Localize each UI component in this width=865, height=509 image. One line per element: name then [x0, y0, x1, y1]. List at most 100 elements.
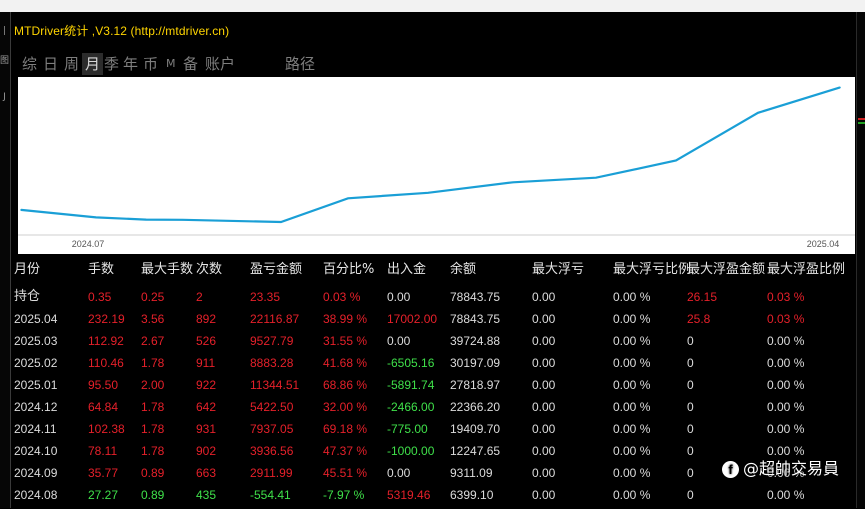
cell-max-float-profit: 0 — [687, 444, 694, 458]
tab-week[interactable]: 周 — [64, 53, 79, 75]
header-month[interactable]: 月份 — [14, 262, 40, 278]
cell-max-float-profit-pct: 0.00 % — [767, 400, 805, 414]
header-max-lots[interactable]: 最大手数 — [141, 262, 193, 278]
cell-month: 2024.11 — [14, 422, 57, 436]
cell-lots: 110.46 — [88, 356, 124, 370]
tab-day[interactable]: 日 — [43, 53, 58, 75]
cell-balance: 39724.88 — [450, 334, 501, 348]
tab-year[interactable]: 年 — [123, 53, 138, 75]
tab-month[interactable]: 月 — [81, 53, 104, 75]
toolbar-mark: | — [2, 26, 7, 36]
cell-max-float-profit-pct: 0.00 % — [767, 422, 805, 436]
header-pnl[interactable]: 盈亏金额 — [250, 262, 302, 278]
cell-max-float-loss: 0.00 — [532, 422, 556, 436]
cell-max-float-loss: 0.00 — [532, 400, 556, 414]
cell-trades: 902 — [196, 444, 217, 458]
cell-max-float-loss: 0.00 — [532, 312, 556, 326]
table-row[interactable]: 2024.12 64.84 1.78 642 5422.50 32.00 % -2466.0… — [0, 399, 856, 421]
tab-m[interactable]: M — [166, 53, 176, 75]
cell-max-float-profit-pct: 0.03 % — [767, 290, 805, 304]
cell-max-float-profit: 0 — [687, 400, 694, 414]
cell-pnl: 7937.05 — [250, 422, 294, 436]
cell-max-float-loss-pct: 0.00 % — [613, 444, 651, 458]
header-deposit-withdraw[interactable]: 出入金 — [387, 262, 426, 278]
cell-max-lots: 0.89 — [141, 488, 165, 502]
toolbar-mark[interactable]: 图 — [0, 56, 9, 66]
cell-pnl: 2911.99 — [250, 466, 293, 480]
cell-max-lots: 1.78 — [141, 400, 165, 414]
cell-trades: 435 — [196, 488, 217, 502]
tab-currency[interactable]: 币 — [143, 53, 158, 75]
table-row[interactable]: 持仓 0.35 0.25 2 23.35 0.03 % 0.00 78843.75 0.00 0.… — [0, 289, 856, 311]
cell-lots: 232.19 — [88, 312, 125, 326]
header-max-float-loss[interactable]: 最大浮亏 — [532, 262, 584, 278]
cell-max-float-loss: 0.00 — [532, 466, 556, 480]
header-max-float-loss-pct[interactable]: 最大浮亏比例 — [613, 262, 691, 278]
cell-percent: 41.68 % — [323, 356, 368, 370]
equity-chart: 2024.07 2025.04 — [18, 77, 855, 254]
equity-point — [675, 159, 677, 162]
equity-point — [757, 112, 759, 114]
cell-max-float-profit-pct: 0.03 % — [767, 312, 805, 326]
header-trades[interactable]: 次数 — [196, 262, 222, 278]
cell-balance: 19409.70 — [450, 422, 501, 436]
cell-pnl: 3936.56 — [250, 444, 294, 458]
cell-pnl: 5422.50 — [250, 400, 294, 414]
tab-overview[interactable]: 综 — [22, 53, 37, 75]
cell-max-float-profit: 26.15 — [687, 290, 718, 304]
cell-lots: 102.38 — [88, 422, 125, 436]
header-max-float-profit[interactable]: 最大浮盈金额 — [687, 262, 765, 278]
cell-max-float-loss-pct: 0.00 % — [613, 488, 651, 502]
cell-max-float-loss: 0.00 — [532, 444, 556, 458]
cell-max-float-profit-pct: 0.00 % — [767, 378, 805, 392]
x-tick-label: 2024.07 — [72, 239, 105, 249]
table-row[interactable]: 2025.01 95.50 2.00 922 11344.51 68.86 % -5891.… — [0, 377, 856, 399]
cell-trades: 892 — [196, 312, 217, 326]
equity-point — [95, 216, 97, 219]
header-max-float-profit-pct[interactable]: 最大浮盈比例 — [767, 262, 845, 278]
tab-notes[interactable]: 备 — [183, 53, 198, 75]
cell-percent: 68.86 % — [323, 378, 368, 392]
table-row[interactable]: 2025.02 110.46 1.78 911 8883.28 41.68 % -6505.… — [0, 355, 856, 377]
cell-pnl: 11344.51 — [250, 378, 300, 392]
header-lots[interactable]: 手数 — [88, 262, 114, 278]
tab-path[interactable]: 路径 — [285, 53, 315, 75]
cell-max-float-profit-pct: 0.00 % — [767, 334, 805, 348]
table-row[interactable]: 2024.08 27.27 0.89 435 -554.41 -7.97 % 5319.46… — [0, 487, 856, 509]
equity-point — [280, 221, 282, 223]
cell-percent: 69.18 % — [323, 422, 368, 436]
tab-quarter[interactable]: 季 — [104, 53, 119, 75]
cell-max-float-loss-pct: 0.00 % — [613, 400, 651, 414]
header-percent[interactable]: 百分比% — [323, 262, 374, 278]
cell-pnl: 8883.28 — [250, 356, 294, 370]
table-row[interactable]: 2025.04 232.19 3.56 892 22116.87 38.99 % 17002… — [0, 311, 856, 333]
price-marker-red — [858, 118, 865, 120]
cell-max-float-loss-pct: 0.00 % — [613, 356, 651, 370]
header-balance[interactable]: 余额 — [450, 262, 476, 278]
cell-deposit-withdraw: 5319.46 — [387, 488, 431, 502]
tab-account[interactable]: 账户 — [205, 53, 235, 75]
cell-balance: 27818.97 — [450, 378, 501, 392]
cell-trades: 931 — [196, 422, 217, 436]
equity-point — [20, 209, 22, 211]
cell-max-float-loss-pct: 0.00 % — [613, 290, 651, 304]
equity-point — [182, 219, 184, 221]
cell-month: 2024.10 — [14, 444, 58, 458]
equity-line — [20, 86, 841, 224]
equity-point — [145, 218, 147, 221]
price-marker-green — [858, 122, 865, 124]
cell-max-float-loss: 0.00 — [532, 290, 556, 304]
cell-max-lots: 2.67 — [141, 334, 165, 348]
table-row[interactable]: 2025.03 112.92 2.67 526 9527.79 31.55 % 0.00 39… — [0, 333, 856, 355]
cell-deposit-withdraw: 0.00 — [387, 290, 411, 304]
cell-pnl: 9527.79 — [250, 334, 294, 348]
cell-max-float-profit: 0 — [687, 466, 694, 480]
top-window-bar — [0, 0, 865, 12]
table-row[interactable]: 2024.11 102.38 1.78 931 7937.05 69.18 % -775.0… — [0, 421, 856, 443]
cell-max-float-loss-pct: 0.00 % — [613, 466, 651, 480]
cell-pnl: -554.41 — [250, 488, 291, 502]
cell-lots: 112.92 — [88, 334, 124, 348]
cell-pnl: 23.35 — [250, 290, 281, 304]
cell-max-float-profit-pct: 0.00 % — [767, 488, 805, 502]
cell-month: 2025.03 — [14, 334, 58, 348]
